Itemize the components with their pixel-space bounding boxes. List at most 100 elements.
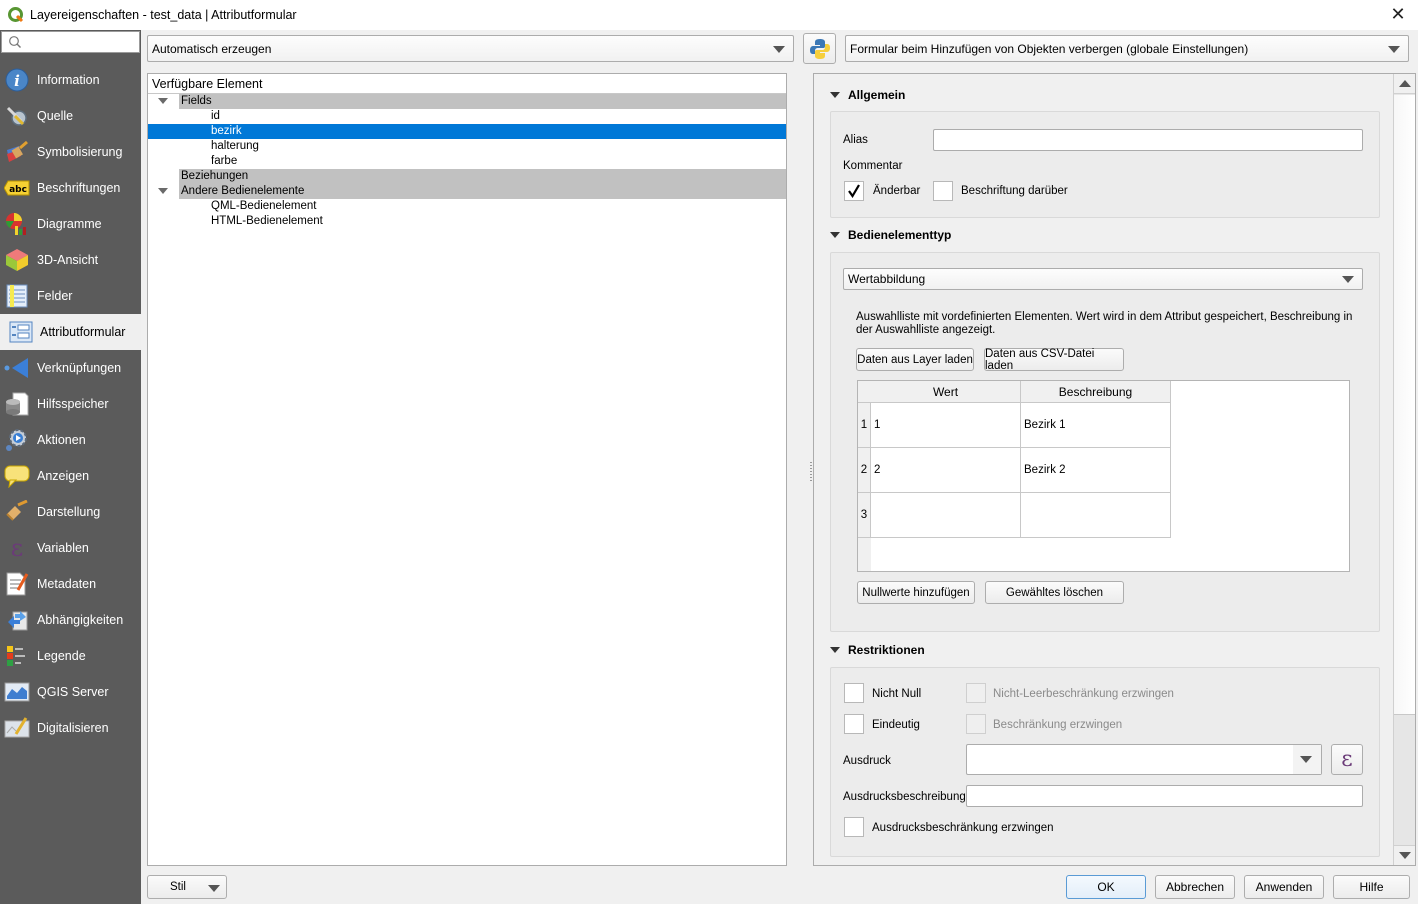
window-title: Layereigenschaften - test_data | Attribu…	[30, 8, 297, 22]
sidebar-item-legend[interactable]: Legende	[0, 638, 141, 674]
section-widget-type-header[interactable]: Bedienelementtyp	[830, 228, 951, 242]
splitter-handle[interactable]	[810, 462, 812, 482]
checkmark-icon	[848, 184, 860, 198]
expression-builder-button[interactable]: ε	[1331, 744, 1363, 775]
scroll-down-button[interactable]	[1394, 845, 1415, 865]
label-on-top-checkbox[interactable]	[933, 181, 953, 201]
expand-arrow-icon[interactable]	[158, 98, 168, 104]
collapse-arrow-icon	[830, 232, 840, 238]
tree-group-relations[interactable]: Beziehungen	[148, 169, 786, 184]
sidebar-item-dependencies[interactable]: Abhängigkeiten	[0, 602, 141, 638]
table-cell-value[interactable]	[871, 493, 1021, 538]
sidebar-item-symbology[interactable]: Symbolisierung	[0, 134, 141, 170]
column-header-description[interactable]: Beschreibung	[1021, 381, 1171, 403]
sidebar-item-rendering[interactable]: Darstellung	[0, 494, 141, 530]
sidebar-item-diagrams[interactable]: Diagramme	[0, 206, 141, 242]
layout-mode-select[interactable]: Automatisch erzeugen	[147, 35, 794, 62]
load-from-layer-button[interactable]: Daten aus Layer laden	[856, 348, 974, 371]
sidebar-item-qgis-server[interactable]: QGIS Server	[0, 674, 141, 710]
tree-item-field-selected[interactable]: bezirk	[148, 124, 786, 139]
sidebar-item-label: Aktionen	[37, 433, 86, 447]
python-init-button[interactable]	[803, 33, 836, 64]
tree-group-fields[interactable]: Fields	[148, 94, 786, 109]
expression-input[interactable]	[966, 744, 1322, 775]
section-constraints-header[interactable]: Restriktionen	[830, 643, 925, 657]
tree-item-widget[interactable]: HTML-Bedienelement	[148, 214, 786, 229]
tree-item-field[interactable]: halterung	[148, 139, 786, 154]
column-header-value[interactable]: Wert	[871, 381, 1021, 403]
python-icon	[809, 38, 830, 59]
fields-icon	[4, 283, 30, 309]
ok-button[interactable]: OK	[1066, 875, 1146, 899]
add-null-button[interactable]: Nullwerte hinzufügen	[857, 581, 975, 604]
close-icon[interactable]: ✕	[1388, 4, 1408, 25]
expand-arrow-icon[interactable]	[158, 188, 168, 194]
comment-label: Kommentar	[843, 160, 903, 172]
properties-scrollbar[interactable]	[1393, 74, 1415, 865]
remove-selected-button[interactable]: Gewähltes löschen	[985, 581, 1124, 604]
tree-group-other-widgets[interactable]: Andere Bedienelemente	[148, 184, 786, 199]
sidebar-item-digitizing[interactable]: Digitalisieren	[0, 710, 141, 746]
sidebar-item-label: Anzeigen	[37, 469, 90, 483]
sidebar: i Information Quelle Symbolisierung abc …	[0, 30, 141, 904]
help-button[interactable]: Hilfe	[1333, 875, 1410, 899]
alias-label: Alias	[843, 134, 868, 146]
editable-checkbox[interactable]	[844, 181, 864, 201]
sidebar-item-metadata[interactable]: Metadaten	[0, 566, 141, 602]
table-cell-description[interactable]	[1021, 493, 1171, 538]
scrollbar-thumb[interactable]	[1394, 95, 1415, 715]
sidebar-item-display[interactable]: Anzeigen	[0, 458, 141, 494]
chevron-down-icon	[1300, 756, 1312, 763]
labels-abc-icon: abc	[4, 175, 30, 201]
sidebar-item-actions[interactable]: Aktionen	[0, 422, 141, 458]
enforce-expression-checkbox[interactable]	[844, 817, 864, 837]
style-menu-button[interactable]: Stil	[147, 875, 227, 899]
unique-checkbox[interactable]	[844, 714, 864, 734]
sidebar-item-auxiliary-storage[interactable]: Hilfsspeicher	[0, 386, 141, 422]
row-header[interactable]: 2	[858, 448, 871, 493]
alias-input[interactable]	[933, 129, 1363, 151]
scroll-up-button[interactable]	[1394, 74, 1415, 94]
source-wrench-icon	[4, 103, 30, 129]
section-general-header[interactable]: Allgemein	[830, 88, 905, 102]
sidebar-item-variables[interactable]: ε Variablen	[0, 530, 141, 566]
search-icon	[9, 36, 21, 48]
sidebar-item-fields[interactable]: Felder	[0, 278, 141, 314]
enforce-unique-checkbox[interactable]	[966, 714, 986, 734]
sidebar-item-3d-view[interactable]: 3D-Ansicht	[0, 242, 141, 278]
sidebar-item-label: 3D-Ansicht	[37, 253, 99, 267]
sidebar-item-label: Variablen	[37, 541, 89, 555]
table-cell-description[interactable]: Bezirk 1	[1021, 403, 1171, 448]
sidebar-item-information[interactable]: i Information	[0, 62, 141, 98]
tree-item-field[interactable]: farbe	[148, 154, 786, 169]
enforce-not-null-checkbox[interactable]	[966, 683, 986, 703]
sidebar-item-joins[interactable]: Verknüpfungen	[0, 350, 141, 386]
table-cell-description[interactable]: Bezirk 2	[1021, 448, 1171, 493]
title-bar: Layereigenschaften - test_data | Attribu…	[0, 0, 1418, 30]
table-cell-value[interactable]: 1	[871, 403, 1021, 448]
sidebar-search-input[interactable]	[1, 31, 140, 53]
sidebar-item-attribute-form[interactable]: Attributformular	[0, 314, 141, 350]
chevron-down-icon	[1388, 45, 1400, 53]
chevron-down-icon	[773, 45, 785, 53]
expression-description-input[interactable]	[966, 785, 1363, 807]
apply-button[interactable]: Anwenden	[1244, 875, 1324, 899]
sidebar-item-label: Hilfsspeicher	[37, 397, 109, 411]
table-cell-value[interactable]: 2	[871, 448, 1021, 493]
available-widgets-tree[interactable]: Verfügbare Element Fields id bezirk halt…	[147, 73, 787, 866]
info-icon: i	[4, 67, 30, 93]
sidebar-item-source[interactable]: Quelle	[0, 98, 141, 134]
value-map-table[interactable]: Wert Beschreibung 1 1 Bezirk 1 2 2 Bezir…	[857, 380, 1350, 572]
not-null-checkbox[interactable]	[844, 683, 864, 703]
tree-item-widget[interactable]: QML-Bedienelement	[148, 199, 786, 214]
cancel-button[interactable]: Abbrechen	[1155, 875, 1235, 899]
widget-type-select[interactable]: Wertabbildung	[843, 268, 1363, 290]
table-corner	[858, 381, 871, 403]
tree-item-field[interactable]: id	[148, 109, 786, 124]
suppress-form-select[interactable]: Formular beim Hinzufügen von Objekten ve…	[845, 35, 1409, 62]
joins-icon	[4, 355, 30, 381]
sidebar-item-labels[interactable]: abc Beschriftungen	[0, 170, 141, 206]
load-from-csv-button[interactable]: Daten aus CSV-Datei laden	[984, 348, 1124, 372]
row-header[interactable]: 1	[858, 403, 871, 448]
row-header[interactable]: 3	[858, 493, 871, 538]
